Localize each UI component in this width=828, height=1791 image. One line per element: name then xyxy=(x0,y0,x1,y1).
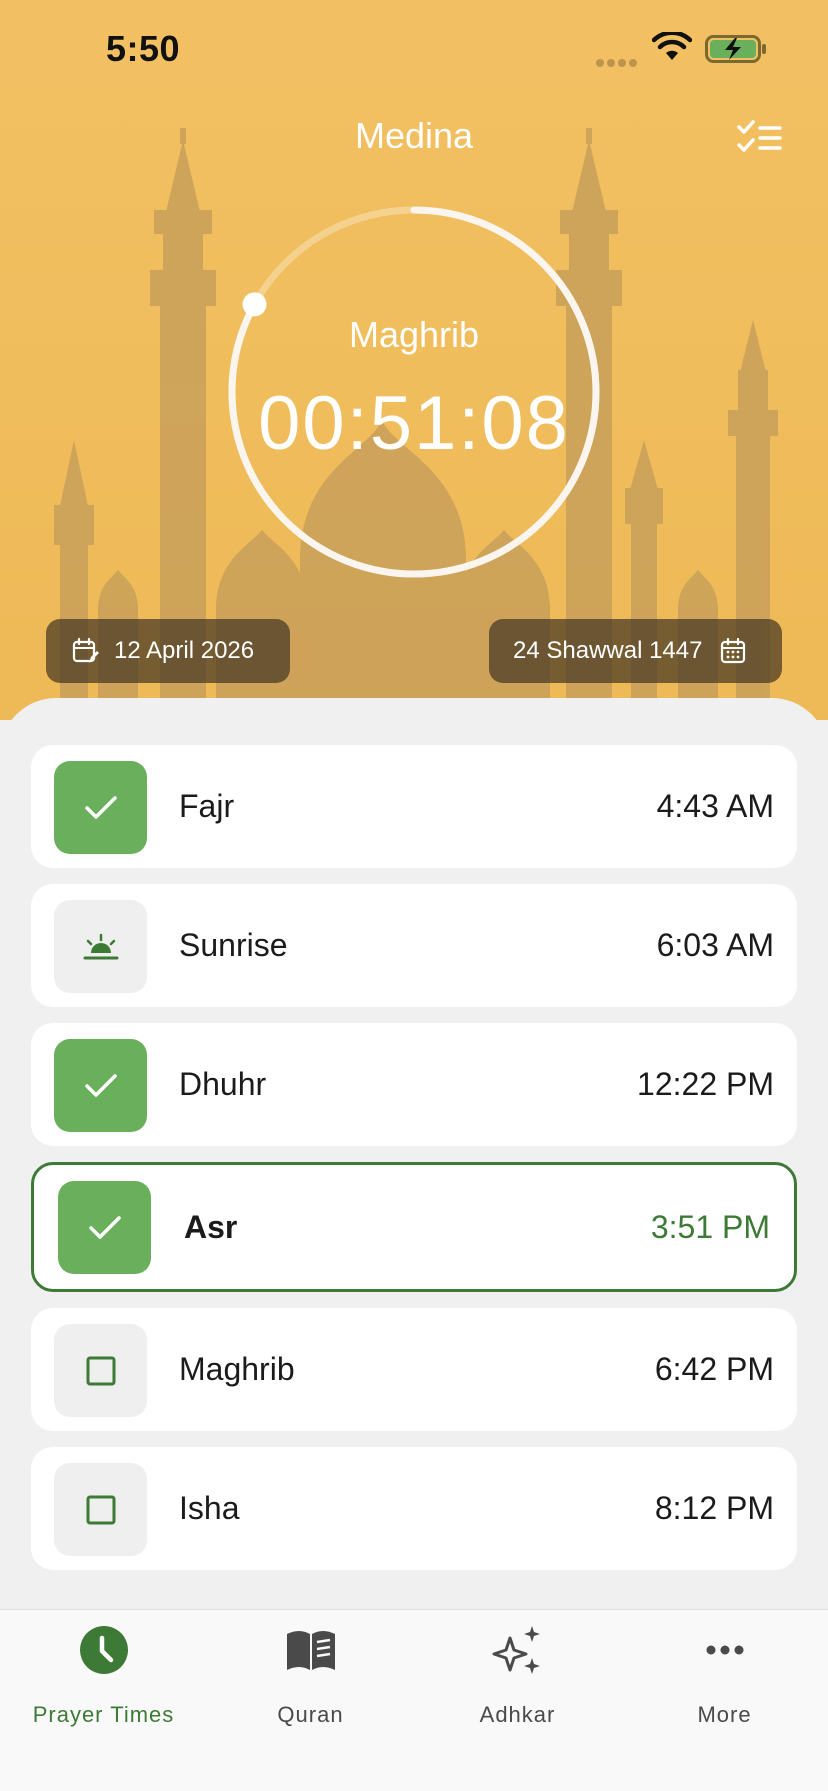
tab-quran[interactable]: Quran xyxy=(207,1610,414,1730)
prayer-time: 6:42 PM xyxy=(654,1351,774,1387)
check-icon xyxy=(84,1073,117,1097)
prayer-row-isha[interactable]: Isha 8:12 PM xyxy=(31,1447,797,1570)
header-hero: 5:50 Medina Maghrib 00:51:08 12 April 20… xyxy=(0,0,828,720)
check-icon xyxy=(84,795,117,819)
gregorian-date: 12 April 2026 xyxy=(114,637,255,664)
prayer-time: 6:03 AM xyxy=(656,927,774,963)
prayer-time: 8:12 PM xyxy=(654,1490,774,1526)
calendar-icon xyxy=(721,638,746,664)
prayer-name: Sunrise xyxy=(179,927,288,963)
status-bar: 5:50 xyxy=(0,0,828,100)
prayer-name: Dhuhr xyxy=(179,1066,267,1102)
book-icon xyxy=(287,1631,335,1670)
city-title[interactable]: Medina xyxy=(0,115,828,157)
prayer-times-screen: 5:50 Medina Maghrib 00:51:08 12 April 20… xyxy=(0,0,828,1791)
sunrise-badge xyxy=(54,900,147,993)
sunrise-icon xyxy=(83,933,118,959)
prayer-name: Maghrib xyxy=(179,1351,295,1387)
prayer-name: Asr xyxy=(184,1208,238,1245)
prayer-time: 4:43 AM xyxy=(656,788,774,824)
tab-prayer-times[interactable]: Prayer Times xyxy=(0,1610,207,1730)
prayer-name: Fajr xyxy=(179,788,235,824)
prayer-row-sunrise[interactable]: Sunrise 6:03 AM xyxy=(31,884,797,1007)
prayer-done-toggle[interactable] xyxy=(54,1039,147,1132)
checkbox-icon xyxy=(86,1356,115,1385)
status-time: 5:50 xyxy=(106,28,181,69)
calendar-edit-icon xyxy=(72,637,99,663)
prayer-done-toggle[interactable] xyxy=(54,1463,147,1556)
tab-label: More xyxy=(697,1702,752,1727)
prayer-row-asr-current[interactable]: Asr 3:51 PM xyxy=(31,1162,797,1292)
bottom-tab-bar: Prayer Times Quran Adhkar More xyxy=(0,1609,828,1791)
next-prayer-name: Maghrib xyxy=(348,314,480,355)
tab-label: Adhkar xyxy=(479,1702,556,1727)
progress-knob xyxy=(242,292,267,317)
clock-icon xyxy=(80,1626,128,1674)
prayer-done-toggle[interactable] xyxy=(54,761,147,854)
hijri-date-button[interactable]: 24 Shawwal 1447 xyxy=(489,619,782,683)
prayer-row-maghrib[interactable]: Maghrib 6:42 PM xyxy=(31,1308,797,1431)
prayer-time: 12:22 PM xyxy=(637,1066,774,1102)
prayer-list-sheet: Fajr 4:43 AM Sunrise 6:03 AM Dhuhr 12:22… xyxy=(0,698,828,1698)
checkbox-icon xyxy=(86,1495,115,1524)
wifi-icon xyxy=(652,32,692,60)
gregorian-date-button[interactable]: 12 April 2026 xyxy=(46,619,290,683)
prayer-name: Isha xyxy=(179,1490,240,1526)
cellular-signal-icon xyxy=(596,54,640,72)
tab-label: Prayer Times xyxy=(32,1702,175,1727)
tab-more[interactable]: More xyxy=(621,1610,828,1730)
prayer-done-toggle[interactable] xyxy=(58,1181,151,1274)
more-icon xyxy=(706,1645,744,1655)
battery-charging-icon xyxy=(705,35,766,63)
checklist-icon[interactable] xyxy=(736,118,782,156)
sparkles-icon xyxy=(492,1626,540,1674)
prayer-time: 3:51 PM xyxy=(650,1208,770,1245)
tab-label: Quran xyxy=(277,1702,344,1727)
tab-adhkar[interactable]: Adhkar xyxy=(414,1610,621,1730)
prayer-row-fajr[interactable]: Fajr 4:43 AM xyxy=(31,745,797,868)
countdown-timer: 00:51:08 xyxy=(258,381,570,466)
hijri-date: 24 Shawwal 1447 xyxy=(513,637,703,664)
prayer-row-dhuhr[interactable]: Dhuhr 12:22 PM xyxy=(31,1023,797,1146)
check-icon xyxy=(88,1215,121,1239)
prayer-done-toggle[interactable] xyxy=(54,1324,147,1417)
